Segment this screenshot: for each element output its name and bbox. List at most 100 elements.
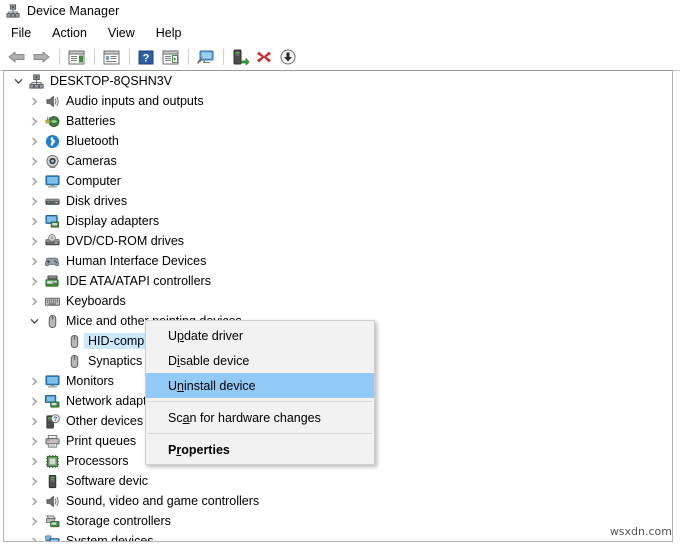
chevron-right-icon[interactable] xyxy=(26,191,42,211)
display-adapter-icon xyxy=(42,211,62,231)
context-menu-item-scan-for-hardware-changes[interactable]: Scan for hardware changes xyxy=(146,405,374,430)
chevron-down-icon[interactable] xyxy=(26,311,42,331)
tree-item-label: Batteries xyxy=(62,113,120,129)
back-button[interactable] xyxy=(6,46,28,68)
view-button[interactable] xyxy=(159,46,181,68)
tree-item-dvd-cd-rom-drives[interactable]: DVD/CD-ROM drives xyxy=(4,231,672,251)
chevron-right-icon[interactable] xyxy=(26,231,42,251)
forward-button[interactable] xyxy=(30,46,52,68)
chevron-right-icon[interactable] xyxy=(26,91,42,111)
chevron-right-icon[interactable] xyxy=(26,211,42,231)
svg-text:?: ? xyxy=(143,52,150,64)
context-menu-item-update-driver[interactable]: Update driver xyxy=(146,323,374,348)
context-menu-item-label: Scan for hardware changes xyxy=(168,411,321,425)
uninstall-device-button[interactable] xyxy=(253,46,275,68)
dvd-drive-icon xyxy=(42,231,62,251)
chevron-right-icon[interactable] xyxy=(26,251,42,271)
chevron-right-icon[interactable] xyxy=(26,371,42,391)
chevron-right-icon[interactable] xyxy=(26,151,42,171)
chevron-right-icon[interactable] xyxy=(26,111,42,131)
context-menu[interactable]: Update driverDisable deviceUninstall dev… xyxy=(145,320,375,465)
chevron-right-icon[interactable] xyxy=(26,451,42,471)
network-adapter-icon xyxy=(42,391,62,411)
tree-item-label: Other devices xyxy=(62,413,148,429)
mouse-icon xyxy=(42,311,62,331)
tree-item-label: Processors xyxy=(62,453,134,469)
chevron-right-icon[interactable] xyxy=(26,431,42,451)
other-device-question-icon: ? xyxy=(42,411,62,431)
device-tree-panel[interactable]: DESKTOP-8QSHN3V Audio inputs and outputs B… xyxy=(3,70,673,542)
tree-item-human-interface-devices[interactable]: Human Interface Devices xyxy=(4,251,672,271)
chevron-right-icon[interactable] xyxy=(26,291,42,311)
ide-controller-icon xyxy=(42,271,62,291)
watermark: wsxdn.com xyxy=(610,525,672,538)
help-button[interactable]: ? xyxy=(135,46,157,68)
monitor-icon xyxy=(42,371,62,391)
tree-item-sound-video-and-game-controllers[interactable]: Sound, video and game controllers xyxy=(4,491,672,511)
hid-icon xyxy=(42,251,62,271)
tree-item-desktop-8qshn3v[interactable]: DESKTOP-8QSHN3V xyxy=(4,71,672,91)
speaker-icon xyxy=(42,91,62,111)
show-hide-console-tree-button[interactable] xyxy=(65,46,87,68)
update-driver-button[interactable] xyxy=(229,46,251,68)
chevron-right-icon[interactable] xyxy=(26,131,42,151)
tree-item-system-devices[interactable]: System devices xyxy=(4,531,672,542)
properties-button[interactable] xyxy=(100,46,122,68)
chevron-right-icon[interactable] xyxy=(26,471,42,491)
context-menu-item-disable-device[interactable]: Disable device xyxy=(146,348,374,373)
chevron-right-icon[interactable] xyxy=(26,171,42,191)
tree-item-cameras[interactable]: Cameras xyxy=(4,151,672,171)
title-bar: Device Manager xyxy=(0,0,680,22)
context-menu-item-properties[interactable]: Properties xyxy=(146,437,374,462)
tree-item-batteries[interactable]: Batteries xyxy=(4,111,672,131)
context-menu-item-uninstall-device[interactable]: Uninstall device xyxy=(146,373,374,398)
menu-view[interactable]: View xyxy=(105,24,144,42)
tree-item-label: DVD/CD-ROM drives xyxy=(62,233,189,249)
tree-item-storage-controllers[interactable]: Storage controllers xyxy=(4,511,672,531)
chevron-down-icon[interactable] xyxy=(10,71,26,91)
toolbar-separator xyxy=(94,49,95,65)
properties-window-icon xyxy=(103,50,120,65)
mouse-icon xyxy=(64,331,84,351)
tree-item-audio-inputs-and-outputs[interactable]: Audio inputs and outputs xyxy=(4,91,672,111)
tree-item-software-devic[interactable]: Software devic xyxy=(4,471,672,491)
scan-monitor-icon xyxy=(196,49,215,65)
svg-text:?: ? xyxy=(53,417,57,423)
scan-hardware-changes-button[interactable] xyxy=(194,46,216,68)
tree-item-bluetooth[interactable]: Bluetooth xyxy=(4,131,672,151)
chevron-right-icon[interactable] xyxy=(26,391,42,411)
tree-item-label: Monitors xyxy=(62,373,119,389)
printer-icon xyxy=(42,431,62,451)
menu-help[interactable]: Help xyxy=(153,24,191,42)
toolbar-separator xyxy=(129,49,130,65)
tree-item-keyboards[interactable]: Keyboards xyxy=(4,291,672,311)
context-menu-item-label: Properties xyxy=(168,443,230,457)
tree-item-label: Computer xyxy=(62,173,126,189)
mouse-icon xyxy=(64,351,84,371)
menu-action[interactable]: Action xyxy=(49,24,96,42)
tree-item-disk-drives[interactable]: Disk drives xyxy=(4,191,672,211)
tree-item-computer[interactable]: Computer xyxy=(4,171,672,191)
tree-item-label: Bluetooth xyxy=(62,133,124,149)
chevron-spacer xyxy=(48,351,64,371)
tree-item-display-adapters[interactable]: Display adapters xyxy=(4,211,672,231)
tree-item-label: Cameras xyxy=(62,153,122,169)
tree-item-label: Software devic xyxy=(62,473,153,489)
device-manager-icon xyxy=(6,4,20,18)
tree-item-label: Network adapt xyxy=(62,393,152,409)
software-device-icon xyxy=(42,471,62,491)
chevron-right-icon[interactable] xyxy=(26,411,42,431)
processor-icon xyxy=(42,451,62,471)
disable-device-button[interactable] xyxy=(277,46,299,68)
red-x-icon xyxy=(256,49,272,65)
chevron-right-icon[interactable] xyxy=(26,511,42,531)
chevron-right-icon[interactable] xyxy=(26,271,42,291)
tree-item-ide-ata-atapi-controllers[interactable]: IDE ATA/ATAPI controllers xyxy=(4,271,672,291)
toolbar-separator xyxy=(223,49,224,65)
tree-item-label: System devices xyxy=(62,533,159,542)
menu-file[interactable]: File xyxy=(8,24,40,42)
chevron-right-icon[interactable] xyxy=(26,491,42,511)
chevron-right-icon[interactable] xyxy=(26,531,42,542)
toolbar-separator xyxy=(188,49,189,65)
tree-item-label: DESKTOP-8QSHN3V xyxy=(46,73,177,89)
